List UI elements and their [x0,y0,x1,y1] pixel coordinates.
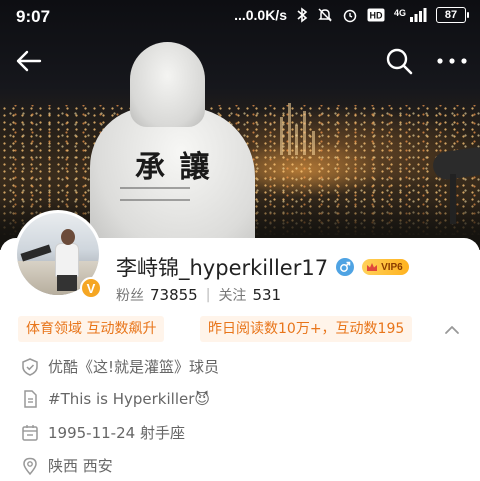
status-time: 9:07 [16,7,51,26]
city-skyline [270,95,330,155]
user-name: 李峙锦_hyperkiller17 [116,256,329,280]
hd-icon: HD [367,8,385,22]
location-info-row: 陕西 西安 [20,455,113,476]
fans-stat[interactable]: 粉丝 73855 [116,285,198,305]
location-pin-icon [23,457,37,475]
follow-label: 关注 [218,288,247,304]
person-in-hoodie: 承 讓 [90,42,260,250]
status-bar: 9:07 ...0.0K/s HD 4G 87 [0,0,480,34]
male-icon [336,258,355,276]
mute-icon [318,8,332,22]
domain-tag[interactable]: 体育领域 互动数飙升 [18,316,165,342]
svg-text:HD: HD [369,11,382,21]
stats-tag[interactable]: 昨日阅读数10万+，互动数195 [200,316,413,342]
calendar-icon [22,424,38,441]
crown-icon [367,263,378,271]
tags-row: 体育领域 互动数飙升 昨日阅读数10万+，互动数195 [14,316,470,344]
verified-badge-icon: V [80,277,102,299]
birthday-text: 1995-11-24 射手座 [48,424,185,442]
signal-indicator: 4G [394,8,427,22]
more-icon[interactable] [434,46,470,76]
battery-icon: 87 [436,7,469,23]
alarm-icon [343,9,357,23]
follow-stat[interactable]: 关注 531 [218,285,281,305]
birthday-info-row: 1995-11-24 射手座 [20,422,185,443]
back-arrow-icon[interactable] [14,46,44,76]
bio-text: #This is Hyperkiller😈 [48,390,211,408]
bluetooth-icon [297,7,308,23]
bio-info-row: #This is Hyperkiller😈 [20,389,210,409]
chevron-up-icon[interactable] [442,320,462,340]
document-icon [24,390,37,408]
network-speed: ...0.0K/s [234,7,287,23]
name-row: 李峙锦_hyperkiller17 VIP6 [116,252,409,282]
location-text: 陕西 西安 [48,457,113,475]
vip-label: VIP6 [381,261,403,273]
verified-shield-icon [22,357,38,376]
fans-label: 粉丝 [116,288,144,304]
network-type: 4G [393,8,406,18]
telescope [428,146,480,224]
stats-row: 粉丝 73855 | 关注 531 [116,285,281,305]
signal-icon [410,8,427,22]
vip-badge[interactable]: VIP6 [362,259,409,275]
stats-divider: | [205,287,211,303]
hoodie-print-text: 承 讓 [135,150,212,185]
search-icon[interactable] [384,46,414,76]
fans-count: 73855 [150,286,198,304]
follow-count: 531 [252,286,282,304]
verified-info-row: 优酷《这!就是灌篮》球员 [20,356,219,377]
verified-text: 优酷《这!就是灌篮》球员 [48,358,220,376]
